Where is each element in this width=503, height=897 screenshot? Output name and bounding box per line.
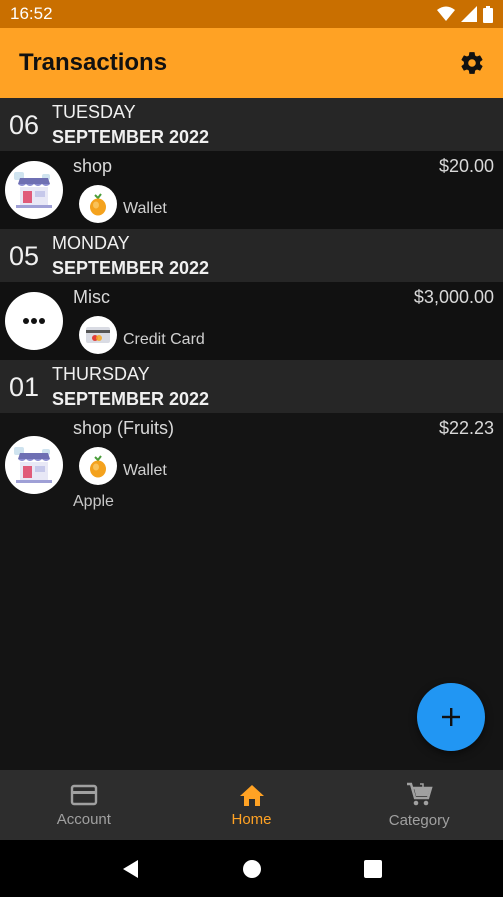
system-nav-bar xyxy=(0,840,503,897)
page-title: Transactions xyxy=(19,49,168,76)
cart-icon xyxy=(407,782,433,805)
day-weekday: THURSDAY xyxy=(52,364,150,384)
day-header: 01 THURSDAY SEPTEMBER 2022 xyxy=(0,360,503,413)
add-transaction-button[interactable] xyxy=(417,683,485,751)
transaction-note: Apple xyxy=(73,493,114,510)
day-month-year: SEPTEMBER 2022 xyxy=(52,389,210,409)
nav-label: Category xyxy=(388,811,450,829)
day-number: 01 xyxy=(9,372,40,402)
battery-icon xyxy=(483,5,493,23)
wifi-icon xyxy=(437,6,455,21)
shop-icon xyxy=(5,161,63,219)
transaction-amount: $20.00 xyxy=(438,156,494,176)
bottom-nav: Account Home Category xyxy=(0,770,503,840)
recents-icon[interactable] xyxy=(363,859,383,879)
transaction-account: Wallet xyxy=(123,200,167,217)
nav-label: Account xyxy=(56,810,111,828)
signal-icon xyxy=(461,6,477,22)
status-bar: 16:52 xyxy=(0,0,503,28)
day-header: 05 MONDAY SEPTEMBER 2022 xyxy=(0,229,503,282)
day-number: 06 xyxy=(9,110,40,140)
nav-label: Home xyxy=(231,810,272,828)
home-circle-icon[interactable] xyxy=(242,859,262,879)
card-icon xyxy=(70,784,98,805)
wallet-icon xyxy=(79,447,117,485)
day-number: 05 xyxy=(9,241,40,271)
credit-card-icon xyxy=(79,316,117,354)
gear-icon xyxy=(461,52,483,74)
transaction-account: Wallet xyxy=(123,462,167,479)
home-icon xyxy=(239,784,264,806)
shop-icon xyxy=(5,436,63,494)
day-month-year: SEPTEMBER 2022 xyxy=(52,258,210,278)
transaction-row[interactable]: Misc $3,000.00 Credit Card xyxy=(0,282,503,360)
settings-button[interactable] xyxy=(457,48,487,78)
transaction-row[interactable]: shop $20.00 Wallet xyxy=(0,151,503,229)
nav-category[interactable]: Category xyxy=(335,770,503,840)
nav-account[interactable]: Account xyxy=(0,770,168,840)
transaction-list: 06 TUESDAY SEPTEMBER 2022 shop $20.00 Wa… xyxy=(0,98,503,770)
transaction-title: shop (Fruits) xyxy=(73,418,175,438)
transaction-title: Misc xyxy=(73,287,110,307)
app-bar: Transactions xyxy=(0,28,503,98)
wallet-icon xyxy=(79,185,117,223)
plus-icon xyxy=(442,708,460,726)
day-weekday: TUESDAY xyxy=(52,102,136,122)
transaction-title: shop xyxy=(73,156,113,176)
status-icons xyxy=(437,5,493,23)
transaction-amount: $3,000.00 xyxy=(413,287,494,307)
day-weekday: MONDAY xyxy=(52,233,130,253)
transaction-amount: $22.23 xyxy=(438,418,494,438)
transaction-row[interactable]: shop (Fruits) $22.23 Wallet Apple xyxy=(0,413,503,528)
more-icon xyxy=(5,292,63,350)
nav-home[interactable]: Home xyxy=(168,770,336,840)
transaction-account: Credit Card xyxy=(123,331,205,348)
back-icon[interactable] xyxy=(121,859,141,879)
status-time: 16:52 xyxy=(10,4,53,23)
day-month-year: SEPTEMBER 2022 xyxy=(52,127,210,147)
day-header: 06 TUESDAY SEPTEMBER 2022 xyxy=(0,98,503,151)
